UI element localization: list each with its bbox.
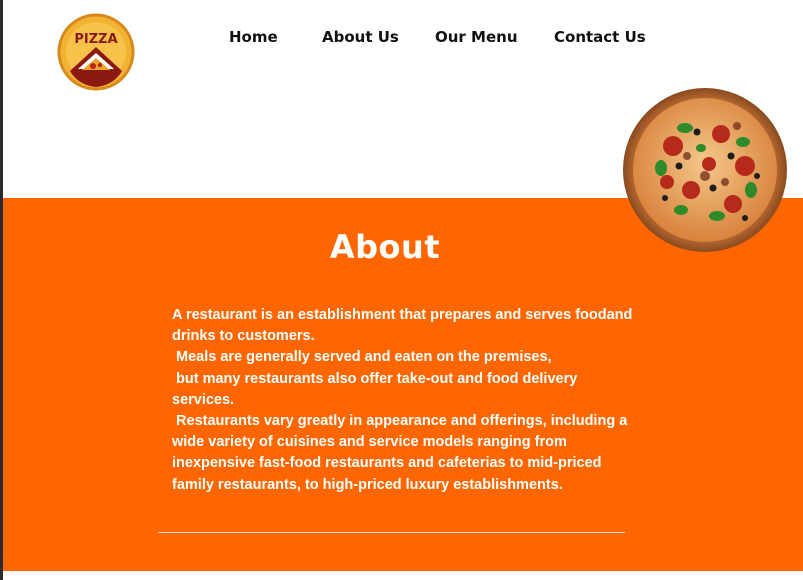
pizza-logo[interactable]: PIZZA [56,13,136,91]
about-line: family restaurants, to high-priced luxur… [172,476,563,493]
about-line: Meals are generally served and eaten on … [172,349,552,366]
nav-contact-link[interactable]: Contact Us [554,28,646,46]
about-line: Restaurants vary greatly in appearance a… [172,413,628,430]
about-line: inexpensive fast-food restaurants and ca… [172,455,602,472]
about-paragraph: A restaurant is an establishment that pr… [172,305,642,496]
about-line: but many restaurants also offer take-out… [172,370,578,387]
about-line: drinks to customers. [172,328,315,345]
about-line: wide variety of cuisines and service mod… [172,434,567,451]
about-line: A restaurant is an establishment that pr… [172,307,633,323]
main-nav: Home About Us Our Menu Contact Us [0,28,803,50]
section-divider [158,532,625,533]
pizza-logo-icon: PIZZA [57,13,135,91]
about-title: About [329,228,441,266]
nav-home-link[interactable]: Home [229,28,278,46]
nav-menu-link[interactable]: Our Menu [435,28,518,46]
nav-about-link[interactable]: About Us [322,28,399,46]
about-line: services. [172,391,235,408]
